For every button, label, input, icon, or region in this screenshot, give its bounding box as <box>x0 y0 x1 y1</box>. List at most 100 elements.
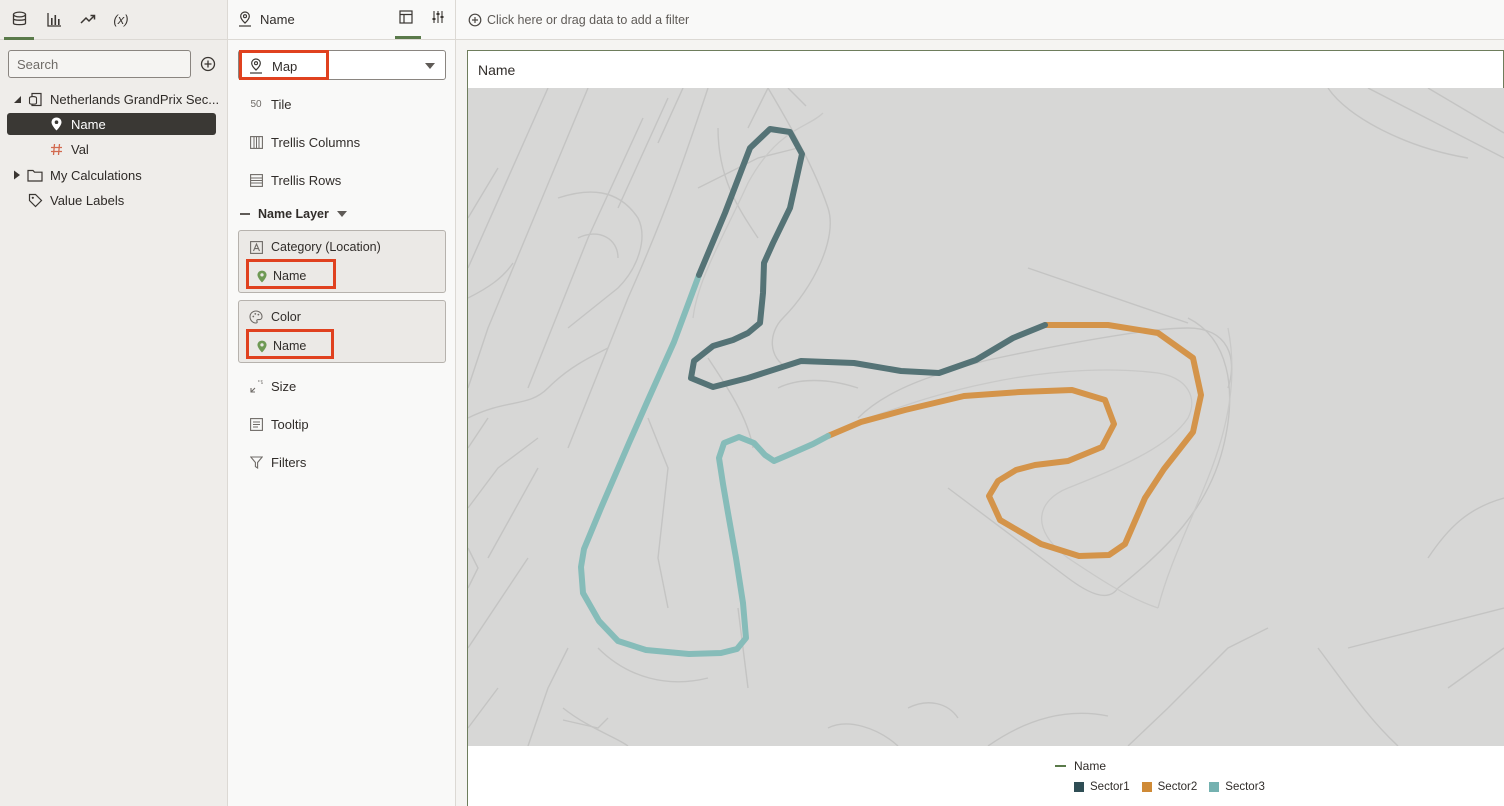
legend-item-label: Sector1 <box>1090 781 1130 793</box>
visualizations-tab[interactable] <box>41 6 67 32</box>
size-icon <box>249 379 263 393</box>
tile-icon: 50 <box>250 98 262 110</box>
grammar-title: Name <box>260 12 295 27</box>
dataset-label: Netherlands GrandPrix Sec... <box>50 91 220 107</box>
map-svg[interactable] <box>468 88 1504 746</box>
text-category-icon <box>249 240 263 254</box>
grammar-panel: Name Map 50 Tile Trellis Columns Trellis… <box>228 0 456 806</box>
trellis-rows-drop-target[interactable]: Trellis Rows <box>249 169 341 191</box>
legend-item-sector1[interactable]: Sector1 <box>1074 781 1130 793</box>
layer-header[interactable]: Name Layer <box>240 207 347 221</box>
category-header: Category (Location) <box>249 240 381 254</box>
viz-type-dropdown[interactable]: Map <box>238 50 446 80</box>
grammar-tab[interactable] <box>395 10 421 39</box>
my-calculations-label: My Calculations <box>50 167 142 183</box>
legend-items: Sector1 Sector2 Sector3 <box>1074 781 1277 793</box>
trellis-columns-label: Trellis Columns <box>271 134 361 150</box>
legend-item-label: Sector3 <box>1225 781 1265 793</box>
filter-bar-text: Click here or drag data to add a filter <box>487 13 690 27</box>
legend-item-sector3[interactable]: Sector3 <box>1209 781 1265 793</box>
database-icon <box>12 11 26 26</box>
calculation-tab[interactable]: (x) <box>108 6 134 32</box>
field-val[interactable]: Val <box>47 138 89 160</box>
viz-title: Name <box>478 62 516 78</box>
trellis-rows-label: Trellis Rows <box>271 172 342 188</box>
location-pin-icon <box>257 270 267 282</box>
chevron-down-icon <box>425 63 435 69</box>
legend: Name Sector1 Sector2 Sector3 <box>468 746 1504 806</box>
bar-chart-icon <box>46 12 61 27</box>
size-drop-target[interactable]: Size <box>249 375 296 397</box>
color-header: Color <box>249 310 301 324</box>
grammar-header: Name <box>228 0 456 40</box>
legend-title: Name <box>1055 759 1106 773</box>
filters-drop-target[interactable]: Filters <box>249 451 306 473</box>
palette-icon <box>249 310 263 324</box>
category-label: Category (Location) <box>271 240 381 254</box>
track-sector-2[interactable] <box>825 322 1204 559</box>
color-label: Color <box>271 310 301 324</box>
legend-swatch <box>1209 782 1220 792</box>
field-label: Name <box>71 116 106 132</box>
properties-tab[interactable] <box>431 10 449 28</box>
color-name-pill[interactable]: Name <box>249 335 306 357</box>
legend-item-label: Sector2 <box>1157 781 1198 793</box>
track-sector-3[interactable] <box>578 272 831 657</box>
layer-title: Name Layer <box>258 207 329 221</box>
location-pin-icon <box>257 340 267 352</box>
tag-icon <box>26 191 44 209</box>
location-pin-icon <box>47 115 65 133</box>
tile-drop-target[interactable]: 50 Tile <box>249 93 291 115</box>
measure-hash-icon <box>47 140 65 158</box>
dataset-icon <box>26 90 44 108</box>
sliders-icon <box>432 11 444 23</box>
background-roads <box>468 88 1504 746</box>
map-canvas[interactable] <box>468 88 1504 746</box>
analytics-tab[interactable] <box>75 6 101 32</box>
legend-dash-icon <box>1055 765 1066 767</box>
filters-label: Filters <box>271 454 307 470</box>
rows-icon <box>249 173 263 187</box>
filter-bar[interactable]: Click here or drag data to add a filter <box>456 0 1504 40</box>
trend-line-icon <box>80 14 96 24</box>
search-placeholder: Search <box>17 57 59 72</box>
data-tab[interactable] <box>4 6 34 40</box>
circuit-track[interactable] <box>578 126 1204 657</box>
add-data-button[interactable] <box>200 56 216 72</box>
track-sector-1[interactable] <box>688 126 1048 390</box>
tooltip-label: Tooltip <box>271 416 309 432</box>
trellis-columns-drop-target[interactable]: Trellis Columns <box>249 131 360 153</box>
calculation-icon: (x) <box>113 11 129 27</box>
tooltip-icon <box>249 417 263 431</box>
color-drop-target[interactable]: Color Name <box>238 300 446 363</box>
map-visualization[interactable]: Name Name Sector1 Sector2 Sector3 <box>467 50 1504 806</box>
legend-swatch <box>1141 782 1152 792</box>
field-name[interactable]: Name <box>7 113 216 135</box>
caret-down-icon[interactable] <box>336 211 347 217</box>
expand-caret-icon[interactable] <box>10 168 24 182</box>
value-labels-label: Value Labels <box>50 192 125 208</box>
grammar-layout-icon <box>399 10 413 24</box>
size-label: Size <box>271 378 297 394</box>
data-panel: (x) Search Netherlands GrandPrix Sec... <box>0 0 228 806</box>
map-pin-icon <box>239 11 251 27</box>
collapse-caret-icon[interactable] <box>10 92 24 106</box>
tile-label: Tile <box>271 96 292 112</box>
value-labels-node[interactable]: Value Labels <box>26 189 124 211</box>
legend-item-sector2[interactable]: Sector2 <box>1141 781 1198 793</box>
track-outline <box>692 112 1233 609</box>
dataset-node[interactable]: Netherlands GrandPrix Sec... <box>10 88 219 110</box>
map-pin-icon <box>250 58 262 74</box>
category-name-pill[interactable]: Name <box>249 265 306 287</box>
columns-icon <box>249 135 263 149</box>
my-calculations-node[interactable]: My Calculations <box>10 164 142 186</box>
tooltip-drop-target[interactable]: Tooltip <box>249 413 309 435</box>
filter-funnel-icon <box>249 455 263 469</box>
search-input[interactable]: Search <box>8 50 191 78</box>
category-location-drop-target[interactable]: Category (Location) Name <box>238 230 446 293</box>
viz-type-label: Map <box>272 59 298 74</box>
layer-dash-icon <box>240 213 250 215</box>
pill-label: Name <box>273 269 307 283</box>
legend-title-label: Name <box>1074 759 1107 773</box>
folder-icon <box>26 166 44 184</box>
